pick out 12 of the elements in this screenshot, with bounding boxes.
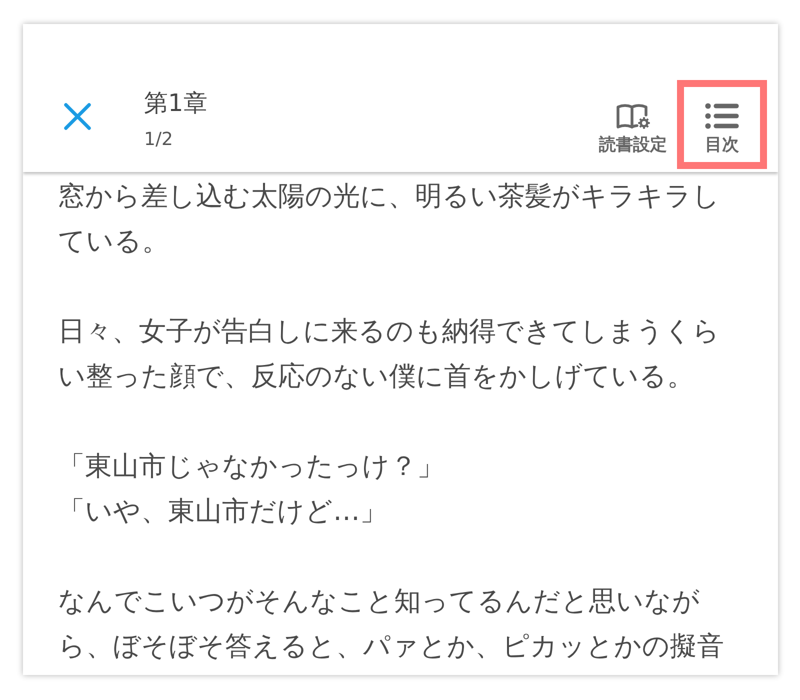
story-paragraph: 日々、女子が告白しに来るのも納得できてしまうくらい整った顔で、反応のない僕に首をかしげている。 bbox=[58, 315, 721, 394]
book-gear-icon bbox=[616, 103, 650, 129]
story-paragraph: 「東山市じゃなかったっけ？」 bbox=[58, 450, 445, 484]
story-paragraph: 「いや、東山市だけど…」 bbox=[58, 495, 388, 529]
chapter-title: 第1章 bbox=[144, 88, 208, 118]
list-icon bbox=[705, 103, 739, 129]
story-paragraph: なんでこいつがそんなこと知ってるんだと思いながら、ぼそぼそ答えると、パァとか、ピカッとかの擬音 bbox=[58, 585, 725, 664]
reading-settings-button[interactable]: 読書設定 bbox=[593, 80, 673, 169]
close-icon bbox=[62, 102, 92, 130]
contents-button[interactable]: 目次 bbox=[677, 80, 767, 169]
story-paragraph: 窓から差し込む太陽の光に、明るい茶髪がキラキラしている。 bbox=[58, 180, 721, 259]
page-counter: 1/2 bbox=[144, 128, 173, 152]
